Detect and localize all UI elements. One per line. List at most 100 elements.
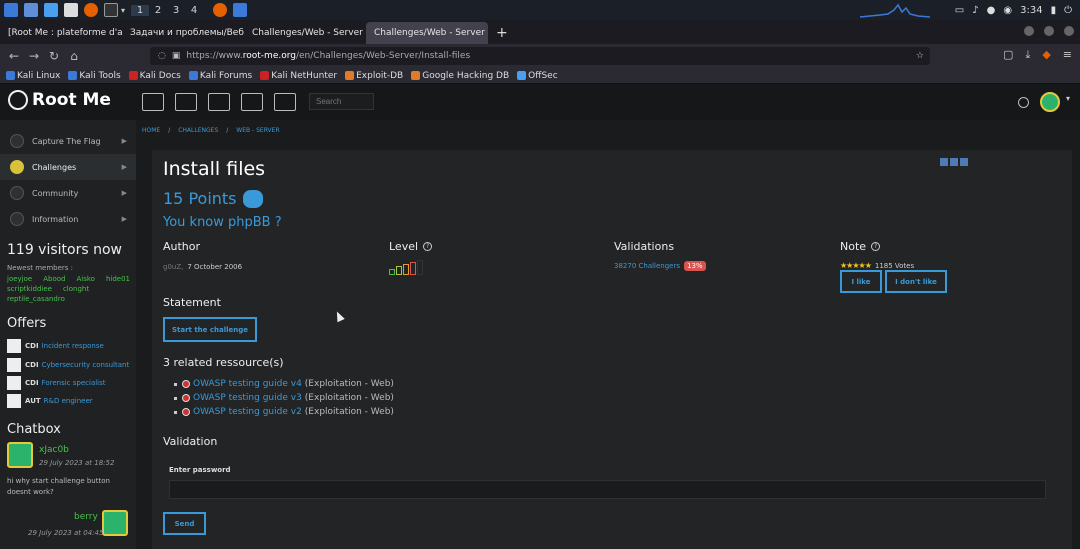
pocket-icon[interactable]: ▢ xyxy=(1003,48,1013,62)
editor-icon[interactable] xyxy=(64,3,78,17)
tab-rootme[interactable]: [Root Me : plateforme d'a✕ xyxy=(0,22,122,44)
workspace-2[interactable]: 2 xyxy=(149,5,167,16)
bookmark-google-hacking-db[interactable]: Google Hacking DB xyxy=(411,71,509,81)
avatar[interactable] xyxy=(7,442,33,468)
member-link[interactable]: reptile_casandro xyxy=(7,295,65,303)
breadcrumb-section[interactable]: WEB - SERVER xyxy=(236,127,279,134)
help-icon[interactable]: ? xyxy=(871,242,881,251)
tab-web-server-active[interactable]: Challenges/Web - Server✕ xyxy=(366,22,488,44)
terminal-icon[interactable] xyxy=(104,3,118,17)
volume-icon[interactable]: ♪ xyxy=(972,5,978,16)
sidebar-item-challenges[interactable]: Challenges ▶ xyxy=(0,154,136,180)
breadcrumb-challenges[interactable]: CHALLENGES xyxy=(178,127,218,134)
avatar[interactable] xyxy=(102,510,128,536)
shield-icon[interactable]: ◌ xyxy=(158,51,166,61)
new-tab-button[interactable]: + xyxy=(488,22,516,44)
help-icon[interactable]: ? xyxy=(423,242,433,251)
send-button[interactable]: Send xyxy=(163,512,206,535)
facebook-icon[interactable] xyxy=(940,158,948,166)
offer-title[interactable]: Incident response xyxy=(42,342,104,350)
reload-icon[interactable]: ↻ xyxy=(44,49,64,63)
member-link[interactable]: scriptkiddiee xyxy=(7,285,52,293)
close-window-button[interactable] xyxy=(1064,26,1074,36)
extension-icon[interactable]: ◆ xyxy=(1042,48,1050,62)
sidebar-item-information[interactable]: Information ▶ xyxy=(0,206,136,232)
chat-user[interactable]: xJac0b xyxy=(39,445,69,455)
shop-cart-icon[interactable] xyxy=(274,93,296,111)
offer-item[interactable]: CDI Forensic specialist xyxy=(7,375,106,391)
member-link[interactable]: joeyjoe xyxy=(7,275,32,283)
forward-icon[interactable]: → xyxy=(24,49,44,63)
menu-icon[interactable]: ≡ xyxy=(1063,48,1072,62)
challenges-icon[interactable] xyxy=(175,93,197,111)
challengers-link[interactable]: 38270 Challengers xyxy=(614,262,680,270)
download-icon[interactable]: ⤓ xyxy=(1025,48,1030,62)
offer-item[interactable]: CDI Cybersecurity consultant xyxy=(7,357,129,373)
firefox-icon[interactable] xyxy=(84,3,98,17)
workspace-4[interactable]: 4 xyxy=(185,5,203,16)
dislike-button[interactable]: I don't like xyxy=(885,270,947,293)
breadcrumb-home[interactable]: HOME xyxy=(142,127,160,134)
screen-icon[interactable]: ▭ xyxy=(955,5,964,16)
url-bar[interactable]: ◌ ▣ https://www. root-me.org/en/Challenge… xyxy=(150,47,930,65)
bookmark-star-icon[interactable]: ☆ xyxy=(916,51,924,61)
share-icon[interactable] xyxy=(960,158,968,166)
sidebar: Capture The Flag ▶ Challenges ▶ Community ▶… xyxy=(0,120,136,549)
chevron-down-icon[interactable]: ▾ xyxy=(121,6,125,15)
offer-title[interactable]: R&D engineer xyxy=(44,397,93,405)
kali-menu-icon[interactable] xyxy=(4,3,18,17)
maximize-button[interactable] xyxy=(1044,26,1054,36)
search-input[interactable] xyxy=(309,93,374,110)
information-icon[interactable] xyxy=(241,93,263,111)
resource-link[interactable]: OWASP testing guide v2 xyxy=(193,405,302,419)
notification-bell-icon[interactable]: ● xyxy=(987,5,996,16)
tab-web-server[interactable]: Challenges/Web - Server✕ xyxy=(244,22,366,44)
sidebar-item-community[interactable]: Community ▶ xyxy=(0,180,136,206)
workspace-3[interactable]: 3 xyxy=(167,5,185,16)
like-button[interactable]: I like xyxy=(840,270,882,293)
language-globe-icon[interactable] xyxy=(1018,97,1029,108)
member-link[interactable]: Aisko xyxy=(76,275,94,283)
workspace-1[interactable]: 1 xyxy=(131,4,150,16)
member-link[interactable]: clonght xyxy=(63,285,89,293)
resource-link[interactable]: OWASP testing guide v4 xyxy=(193,377,302,391)
desktop-icon[interactable] xyxy=(24,3,38,17)
offer-item[interactable]: CDI Incident response xyxy=(7,338,104,354)
home-icon[interactable]: ⌂ xyxy=(64,49,84,63)
bookmark-kali-linux[interactable]: Kali Linux xyxy=(6,71,60,81)
sidebar-item-ctf[interactable]: Capture The Flag ▶ xyxy=(0,128,136,154)
chevron-down-icon[interactable]: ▾ xyxy=(1066,94,1070,103)
resource-link[interactable]: OWASP testing guide v3 xyxy=(193,391,302,405)
member-link[interactable]: hide01 xyxy=(106,275,130,283)
author-name[interactable]: g0uZ, xyxy=(163,263,183,271)
chat-user[interactable]: berry xyxy=(74,512,98,522)
bookmark-exploit-db[interactable]: Exploit-DB xyxy=(345,71,403,81)
start-challenge-button[interactable]: Start the challenge xyxy=(163,317,257,342)
offer-kind: CDI xyxy=(25,361,39,369)
ctf-icon[interactable] xyxy=(142,93,164,111)
power-icon[interactable]: ◉ xyxy=(1003,5,1012,16)
offer-title[interactable]: Cybersecurity consultant xyxy=(42,361,130,369)
offer-title[interactable]: Forensic specialist xyxy=(42,379,106,387)
avatar[interactable] xyxy=(1040,92,1060,112)
window-icon[interactable] xyxy=(233,3,248,17)
password-field[interactable] xyxy=(169,480,1046,499)
bookmark-kali-forums[interactable]: Kali Forums xyxy=(188,71,252,81)
lock-icon[interactable]: ▣ xyxy=(172,51,181,61)
member-link[interactable]: Abood xyxy=(43,275,65,283)
minimize-button[interactable] xyxy=(1024,26,1034,36)
logout-icon[interactable]: ⏻ xyxy=(1064,5,1072,16)
rootme-logo[interactable]: Root Me xyxy=(8,90,111,110)
twitter-icon[interactable] xyxy=(950,158,958,166)
firefox-window-icon[interactable] xyxy=(213,3,228,17)
files-icon[interactable] xyxy=(44,3,58,17)
offer-item[interactable]: AUT R&D engineer xyxy=(7,393,93,409)
community-icon[interactable] xyxy=(208,93,230,111)
bookmark-kali-docs[interactable]: Kali Docs xyxy=(128,71,181,81)
bookmark-offsec[interactable]: OffSec xyxy=(517,71,558,81)
bookmark-kali-nethunter[interactable]: Kali NetHunter xyxy=(260,71,337,81)
back-icon[interactable]: ← xyxy=(4,49,24,63)
lock-icon[interactable]: ▮ xyxy=(1051,5,1057,16)
tab-zadachi[interactable]: Задачи и проблемы/Веб✕ xyxy=(122,22,244,44)
bookmark-kali-tools[interactable]: Kali Tools xyxy=(68,71,121,81)
